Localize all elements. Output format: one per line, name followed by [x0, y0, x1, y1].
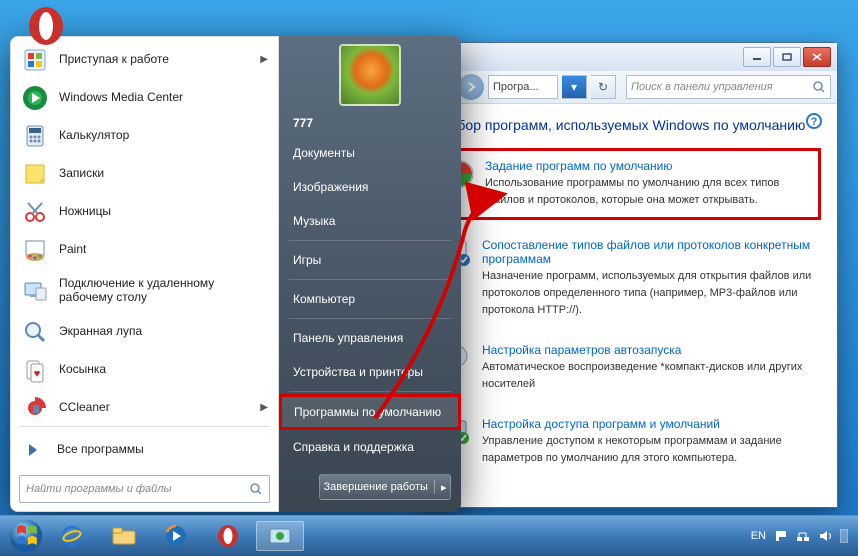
- start-menu: Приступая к работе▶Windows Media CenterК…: [10, 36, 461, 512]
- solitaire-icon: ♥: [21, 356, 49, 384]
- shutdown-button[interactable]: Завершение работы▸: [319, 474, 451, 500]
- option-link[interactable]: Настройка доступа программ и умолчаний: [482, 417, 817, 431]
- refresh-button[interactable]: ↻: [591, 75, 616, 99]
- start-item-sticky[interactable]: Записки: [13, 155, 276, 193]
- rdp-icon: [21, 277, 49, 305]
- svg-text:?: ?: [811, 116, 818, 128]
- taskbar: EN: [0, 515, 858, 556]
- option-link[interactable]: Задание программ по умолчанию: [485, 159, 814, 173]
- desktop-opera-icon[interactable]: [26, 6, 66, 49]
- user-name[interactable]: 777: [279, 112, 461, 136]
- user-avatar[interactable]: [339, 44, 401, 106]
- taskbar-wmp[interactable]: [152, 521, 200, 551]
- page-title: Выбор программ, используемых Windows по …: [438, 116, 821, 134]
- paint-icon: [21, 236, 49, 264]
- taskbar-ie[interactable]: [48, 521, 96, 551]
- wmc-icon: [21, 84, 49, 112]
- all-programs-icon: [19, 436, 47, 464]
- control-panel-window: Програ... ▾ ↻ Поиск в панели управления …: [421, 42, 838, 508]
- start-button[interactable]: [6, 516, 46, 556]
- start-item-wmc[interactable]: Windows Media Center: [13, 79, 276, 117]
- start-right-item-2[interactable]: Музыка: [279, 204, 461, 238]
- magnify-icon: [21, 318, 49, 346]
- start-item-snip[interactable]: Ножницы: [13, 193, 276, 231]
- start-item-rdp[interactable]: Подключение к удаленному рабочему столу: [13, 269, 276, 313]
- option-file-associations[interactable]: Сопоставление типов файлов или протоколо…: [438, 234, 821, 323]
- start-right-item-8[interactable]: Справка и поддержка: [279, 430, 461, 464]
- taskbar-control-panel[interactable]: [256, 521, 304, 551]
- option-link[interactable]: Сопоставление типов файлов или протоколо…: [482, 238, 817, 266]
- start-right-item-0[interactable]: Документы: [279, 136, 461, 170]
- option-program-access[interactable]: Настройка доступа программ и умолчаний У…: [438, 413, 821, 471]
- start-right-item-3[interactable]: Игры: [279, 243, 461, 277]
- show-desktop-button[interactable]: [840, 529, 848, 543]
- snip-icon: [21, 198, 49, 226]
- maximize-button[interactable]: [773, 47, 801, 67]
- tray-volume-icon[interactable]: [818, 529, 832, 543]
- forward-button[interactable]: [458, 74, 484, 100]
- tray-lang[interactable]: EN: [751, 530, 766, 542]
- tray-flag-icon[interactable]: [774, 529, 788, 543]
- minimize-button[interactable]: [743, 47, 771, 67]
- ccleaner-icon: [21, 394, 49, 422]
- svg-text:♥: ♥: [34, 368, 41, 380]
- all-programs-button[interactable]: Все программы: [11, 431, 278, 469]
- option-autoplay[interactable]: Настройка параметров автозапуска Автомат…: [438, 339, 821, 397]
- submenu-arrow-icon: ▶: [260, 54, 268, 66]
- search-input[interactable]: Поиск в панели управления: [626, 75, 831, 99]
- start-item-ccleaner[interactable]: CCleaner▶: [13, 389, 276, 422]
- option-description: Управление доступом к некоторым программ…: [482, 435, 782, 464]
- close-button[interactable]: [803, 47, 831, 67]
- search-icon: [249, 482, 263, 496]
- window-toolbar: Програ... ▾ ↻ Поиск в панели управления: [422, 71, 837, 104]
- taskbar-explorer[interactable]: [100, 521, 148, 551]
- start-search-input[interactable]: Найти программы и файлы: [19, 475, 270, 503]
- option-description: Назначение программ, используемых для от…: [482, 270, 811, 316]
- start-item-paint[interactable]: Paint: [13, 231, 276, 269]
- option-description: Использование программы по умолчанию для…: [485, 177, 779, 206]
- sticky-icon: [21, 160, 49, 188]
- start-menu-right-pane: 777 ДокументыИзображенияМузыка Игры Компью…: [279, 36, 461, 512]
- start-item-solitaire[interactable]: ♥Косынка: [13, 351, 276, 389]
- start-right-item-5[interactable]: Панель управления: [279, 321, 461, 355]
- start-right-item-6[interactable]: Устройства и принтеры: [279, 355, 461, 389]
- tray-network-icon[interactable]: [796, 529, 810, 543]
- submenu-arrow-icon: ▶: [260, 402, 268, 414]
- control-panel-body: ? Выбор программ, используемых Windows п…: [422, 104, 837, 507]
- start-right-item-4[interactable]: Компьютер: [279, 282, 461, 316]
- option-link[interactable]: Настройка параметров автозапуска: [482, 343, 817, 357]
- start-item-magnify[interactable]: Экранная лупа: [13, 313, 276, 351]
- window-titlebar[interactable]: [422, 43, 837, 71]
- breadcrumb[interactable]: Програ...: [488, 75, 558, 99]
- taskbar-opera[interactable]: [204, 521, 252, 551]
- start-item-calc[interactable]: Калькулятор: [13, 117, 276, 155]
- breadcrumb-dropdown[interactable]: ▾: [562, 75, 587, 99]
- start-menu-left-pane: Приступая к работе▶Windows Media CenterК…: [10, 36, 279, 512]
- calc-icon: [21, 122, 49, 150]
- start-right-item-7[interactable]: Программы по умолчанию: [279, 394, 461, 430]
- start-right-item-1[interactable]: Изображения: [279, 170, 461, 204]
- getstarted-icon: [21, 46, 49, 74]
- option-set-default-programs[interactable]: Задание программ по умолчанию Использова…: [438, 148, 821, 220]
- option-description: Автоматическое воспроизведение *компакт-…: [482, 361, 802, 390]
- help-icon[interactable]: ?: [805, 112, 823, 133]
